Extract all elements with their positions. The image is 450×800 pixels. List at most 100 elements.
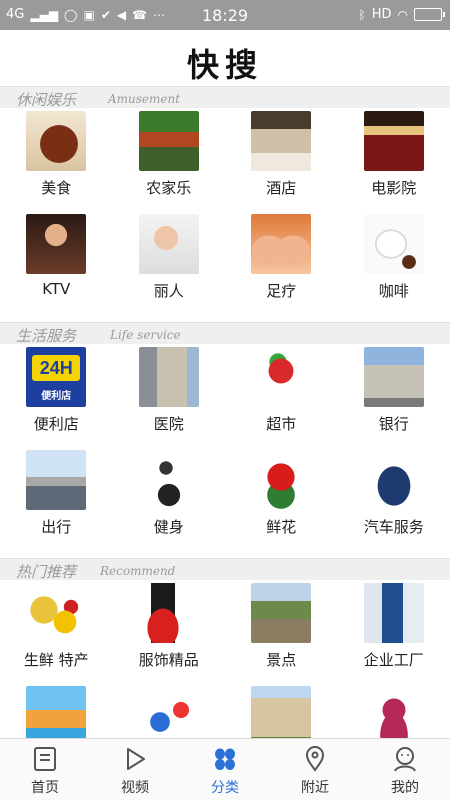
category-hotel[interactable]: 酒店 <box>225 108 338 211</box>
category-label: 景点 <box>266 651 297 669</box>
category-label: 银行 <box>378 415 409 433</box>
company-factory-photo <box>363 583 424 643</box>
category-cinema[interactable]: 电影院 <box>338 108 450 211</box>
section-title-en: Life service <box>110 328 181 342</box>
category-content[interactable]: 休闲娱乐 Amusement 美食 农家乐 酒店 电影院 KTV 丽人 足疗 咖… <box>0 86 450 738</box>
category-training[interactable] <box>113 683 226 738</box>
app-title: 快搜 <box>186 46 263 84</box>
category-grid: 美食 农家乐 酒店 电影院 KTV 丽人 足疗 咖啡 <box>0 108 450 314</box>
category-convenience-store[interactable]: 24H 便利店 便利店 <box>0 344 113 447</box>
category-label: 农家乐 <box>146 179 192 197</box>
category-coffee[interactable]: 咖啡 <box>338 211 450 314</box>
app-header: 快搜 <box>0 30 450 86</box>
nav-category[interactable]: 分类 <box>180 739 270 800</box>
category-label: 电影院 <box>371 179 417 197</box>
category-ktv[interactable]: KTV <box>0 211 113 314</box>
hotel-photo <box>251 111 312 171</box>
section-title-cn: 休闲娱乐 <box>16 91 77 109</box>
section-divider <box>0 550 450 558</box>
category-hospital[interactable]: 医院 <box>113 344 226 447</box>
battery-icon <box>414 8 445 21</box>
travel-photo <box>26 450 87 510</box>
section-title-cn: 热门推荐 <box>16 563 77 581</box>
category-label: 企业工厂 <box>363 651 424 669</box>
category-water-park[interactable] <box>0 683 113 738</box>
store-sign-text: 便利店 <box>41 391 72 402</box>
category-label: 足疗 <box>266 282 297 300</box>
hospital-photo <box>138 347 199 407</box>
ktv-photo <box>26 214 87 274</box>
health-care-photo <box>363 686 424 738</box>
section-title-en: Recommend <box>100 564 176 578</box>
bluetooth-icon: ᛒ <box>358 7 366 22</box>
category-company-factory[interactable]: 企业工厂 <box>338 580 450 683</box>
category-grid: 生鲜 特产 服饰精品 景点 企业工厂 <box>0 580 450 738</box>
category-bank[interactable]: 银行 <box>338 344 450 447</box>
bank-photo <box>363 347 424 407</box>
category-label: 服饰精品 <box>138 651 199 669</box>
cinema-photo <box>363 111 424 171</box>
fresh-produce-photo <box>26 583 87 643</box>
nav-label: 首页 <box>31 780 59 796</box>
section-title-cn: 生活服务 <box>16 327 77 345</box>
flowers-photo <box>251 450 312 510</box>
category-label: 超市 <box>266 415 297 433</box>
section-title-en: Amusement <box>108 92 181 106</box>
category-label: 丽人 <box>153 282 184 300</box>
profile-icon <box>394 747 416 772</box>
section-divider <box>0 314 450 322</box>
scenic-spot-photo <box>251 583 312 643</box>
water-park-photo <box>26 686 87 738</box>
play-icon <box>127 748 145 770</box>
category-car-service[interactable]: 汽车服务 <box>338 447 450 550</box>
category-flowers[interactable]: 鲜花 <box>225 447 338 550</box>
farm-stay-photo <box>138 111 199 171</box>
fashion-photo <box>138 583 199 643</box>
real-estate-photo <box>251 686 312 738</box>
convenience-store-photo: 24H 便利店 <box>26 347 87 407</box>
category-label: 酒店 <box>266 179 297 197</box>
section-header: 生活服务 Life service <box>0 322 450 345</box>
category-supermarket[interactable]: 超市 <box>225 344 338 447</box>
section-header: 休闲娱乐 Amusement <box>0 86 450 109</box>
category-real-estate[interactable] <box>225 683 338 738</box>
category-fitness[interactable]: 健身 <box>113 447 226 550</box>
foot-massage-photo <box>251 214 312 274</box>
store-24h-sign: 24H <box>32 355 81 381</box>
beauty-photo <box>138 214 199 274</box>
category-label: 出行 <box>41 518 72 536</box>
category-label: KTV <box>42 280 71 298</box>
status-bar: 4G ▂▄▆ ◯ ▣ ✔ ◀ ☎ ⋯ 18:29 ᛒ HD ◠ <box>0 0 450 30</box>
coffee-photo <box>363 214 424 274</box>
home-icon <box>34 747 56 771</box>
category-label: 便利店 <box>33 415 79 433</box>
status-right: ᛒ HD ◠ <box>358 7 445 22</box>
training-photo <box>138 686 199 738</box>
category-label: 咖啡 <box>378 282 409 300</box>
section-recommend: 热门推荐 Recommend 生鲜 特产 服饰精品 景点 企业工厂 <box>0 558 450 738</box>
food-photo <box>26 111 87 171</box>
category-label: 美食 <box>41 179 72 197</box>
category-label: 健身 <box>153 518 184 536</box>
nav-home[interactable]: 首页 <box>0 739 90 800</box>
nav-video[interactable]: 视频 <box>90 739 180 800</box>
nav-mine[interactable]: 我的 <box>360 739 450 800</box>
category-label: 汽车服务 <box>363 518 424 536</box>
nav-nearby[interactable]: 附近 <box>270 739 360 800</box>
wifi-icon: ◠ <box>397 7 408 22</box>
category-label: 生鲜 特产 <box>23 651 89 669</box>
category-fashion[interactable]: 服饰精品 <box>113 580 226 683</box>
category-beauty[interactable]: 丽人 <box>113 211 226 314</box>
category-fresh-produce[interactable]: 生鲜 特产 <box>0 580 113 683</box>
category-label: 鲜花 <box>266 518 297 536</box>
nav-label: 视频 <box>121 780 149 796</box>
category-farm-stay[interactable]: 农家乐 <box>113 108 226 211</box>
location-pin-icon <box>305 746 325 772</box>
category-travel[interactable]: 出行 <box>0 447 113 550</box>
category-foot-massage[interactable]: 足疗 <box>225 211 338 314</box>
category-health-care[interactable] <box>338 683 450 738</box>
nav-label: 附近 <box>301 780 329 796</box>
category-scenic-spot[interactable]: 景点 <box>225 580 338 683</box>
category-icon <box>215 748 235 770</box>
category-food[interactable]: 美食 <box>0 108 113 211</box>
